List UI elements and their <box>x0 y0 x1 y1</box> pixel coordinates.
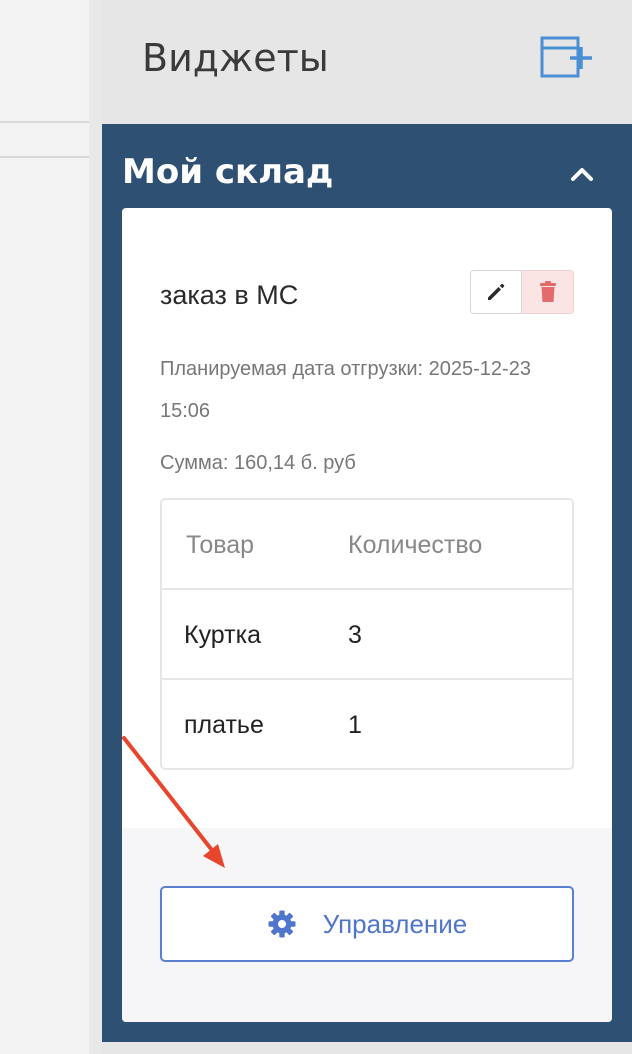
collapse-button[interactable] <box>568 160 596 188</box>
order-actions <box>470 270 574 314</box>
add-widget-icon <box>540 36 592 78</box>
widgets-panel: Виджеты Мой склад заказ в МС Планируемая… <box>102 0 632 1054</box>
table-header-row: Товар Количество <box>162 500 572 590</box>
add-widget-button[interactable] <box>540 36 594 80</box>
table-cell-quantity: 1 <box>348 711 362 739</box>
divider <box>0 121 89 123</box>
table-cell-quantity: 3 <box>348 621 362 649</box>
table-cell-product: платье <box>184 711 264 739</box>
items-table: Товар Количество Куртка 3 платье 1 <box>160 498 574 770</box>
gear-icon <box>268 910 296 938</box>
delete-button[interactable] <box>522 270 574 314</box>
pencil-icon <box>488 283 505 300</box>
section-title: Мой склад <box>122 152 334 192</box>
divider <box>0 156 89 158</box>
table-row: Куртка 3 <box>162 590 572 680</box>
manage-label: Управление <box>322 908 468 939</box>
table-cell-product: Куртка <box>184 621 261 649</box>
chevron-up-icon <box>571 168 593 181</box>
widgets-title: Виджеты <box>142 36 329 80</box>
table-row: платье 1 <box>162 680 572 768</box>
planned-date: Планируемая дата отгрузки: 2025-12-23 15… <box>160 358 531 422</box>
edit-button[interactable] <box>470 270 522 314</box>
order-title: заказ в МС <box>160 280 299 310</box>
manage-button[interactable]: Управление <box>160 886 574 962</box>
main-content-area <box>0 0 89 1054</box>
order-card: заказ в МС Планируемая дата отгрузки: 20… <box>122 208 612 1022</box>
panel-gutter <box>89 0 102 1054</box>
column-header-quantity: Количество <box>348 531 483 559</box>
column-header-product: Товар <box>186 531 255 559</box>
order-sum: Сумма: 160,14 б. руб <box>160 452 356 474</box>
moysklad-section: Мой склад заказ в МС Планируемая дата от… <box>102 124 632 1042</box>
widgets-header: Виджеты <box>102 0 632 124</box>
trash-icon <box>539 281 556 302</box>
